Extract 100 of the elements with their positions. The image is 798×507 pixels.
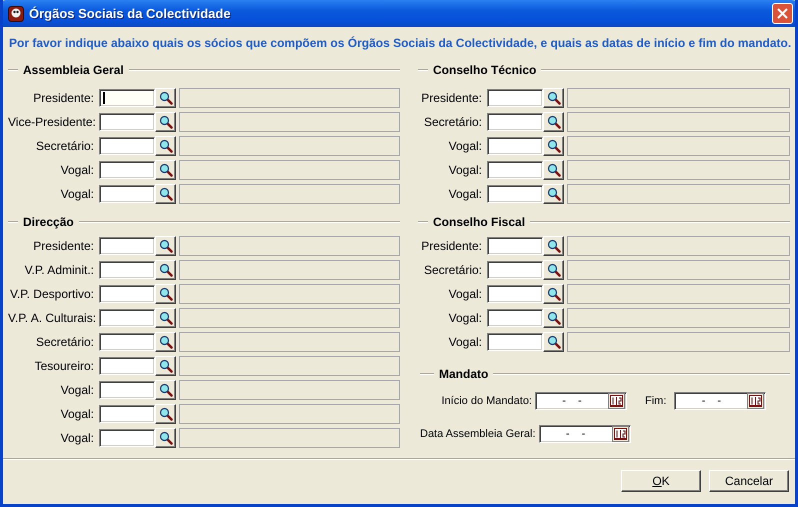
- search-button[interactable]: [155, 88, 176, 108]
- date-field[interactable]: - -: [674, 392, 766, 410]
- search-button[interactable]: [543, 112, 564, 132]
- group-title: Assembleia Geral: [22, 63, 125, 77]
- search-icon: [546, 139, 560, 153]
- search-icon: [546, 239, 560, 253]
- search-icon: [158, 383, 172, 397]
- code-field[interactable]: [99, 429, 155, 447]
- field-label: Vogal:: [60, 383, 94, 397]
- code-field[interactable]: [487, 285, 543, 303]
- code-field[interactable]: [99, 237, 155, 255]
- code-field[interactable]: [487, 161, 543, 179]
- field-label: V.P. A. Culturais:: [8, 311, 94, 325]
- search-button[interactable]: [543, 88, 564, 108]
- search-button[interactable]: [155, 160, 176, 180]
- field-label: Presidente:: [32, 91, 94, 105]
- search-button[interactable]: [155, 136, 176, 156]
- field-label: Vogal:: [448, 287, 482, 301]
- search-button[interactable]: [155, 332, 176, 352]
- search-button[interactable]: [543, 284, 564, 304]
- code-field[interactable]: [487, 137, 543, 155]
- code-field[interactable]: [487, 261, 543, 279]
- code-field[interactable]: [99, 185, 155, 203]
- search-button[interactable]: [543, 236, 564, 256]
- search-button[interactable]: [155, 356, 176, 376]
- search-icon: [546, 91, 560, 105]
- calendar-icon[interactable]: [608, 393, 625, 409]
- close-button[interactable]: [772, 3, 793, 24]
- code-field[interactable]: [99, 89, 155, 107]
- field-label: Presidente:: [32, 239, 94, 253]
- code-field[interactable]: [99, 261, 155, 279]
- code-field[interactable]: [99, 161, 155, 179]
- search-button[interactable]: [155, 308, 176, 328]
- calendar-icon[interactable]: [612, 426, 629, 442]
- search-icon: [158, 163, 172, 177]
- field-label: Vogal:: [60, 187, 94, 201]
- search-button[interactable]: [155, 380, 176, 400]
- group-title: Conselho Fiscal: [432, 215, 526, 229]
- code-field[interactable]: [487, 185, 543, 203]
- app-icon: [8, 6, 24, 22]
- field-label: Vogal:: [60, 431, 94, 445]
- field-label: Vice-Presidente:: [8, 115, 94, 129]
- search-icon: [158, 287, 172, 301]
- search-icon: [158, 239, 172, 253]
- search-icon: [158, 359, 172, 373]
- group-title: Direcção: [22, 215, 75, 229]
- code-field[interactable]: [99, 405, 155, 423]
- field-label: Tesoureiro:: [34, 359, 94, 373]
- search-button[interactable]: [543, 308, 564, 328]
- search-icon: [546, 287, 560, 301]
- search-button[interactable]: [155, 112, 176, 132]
- code-field[interactable]: [99, 113, 155, 131]
- search-icon: [158, 407, 172, 421]
- code-field[interactable]: [487, 237, 543, 255]
- date-field[interactable]: - -: [535, 392, 627, 410]
- field-label: Secretário:: [34, 139, 94, 153]
- group-title: Mandato: [438, 367, 490, 381]
- field-label: Vogal:: [448, 139, 482, 153]
- code-field[interactable]: [487, 113, 543, 131]
- search-icon: [546, 311, 560, 325]
- search-button[interactable]: [155, 260, 176, 280]
- field-label: Vogal:: [60, 163, 94, 177]
- field-label: Secretário:: [422, 115, 482, 129]
- search-icon: [546, 335, 560, 349]
- search-button[interactable]: [155, 284, 176, 304]
- search-button[interactable]: [155, 404, 176, 424]
- search-button[interactable]: [543, 136, 564, 156]
- code-field[interactable]: [487, 309, 543, 327]
- field-label: V.P. Desportivo:: [8, 287, 94, 301]
- code-field[interactable]: [99, 309, 155, 327]
- search-button[interactable]: [543, 332, 564, 352]
- search-button[interactable]: [543, 260, 564, 280]
- search-icon: [546, 115, 560, 129]
- code-field[interactable]: [487, 333, 543, 351]
- field-label: Secretário:: [34, 335, 94, 349]
- field-label: Vogal:: [448, 163, 482, 177]
- search-button[interactable]: [155, 428, 176, 448]
- code-field[interactable]: [99, 137, 155, 155]
- search-icon: [546, 187, 560, 201]
- code-field[interactable]: [99, 357, 155, 375]
- calendar-icon[interactable]: [747, 393, 764, 409]
- search-icon: [158, 311, 172, 325]
- code-field[interactable]: [99, 285, 155, 303]
- search-button[interactable]: [543, 184, 564, 204]
- code-field[interactable]: [487, 89, 543, 107]
- ok-button[interactable]: OK: [621, 470, 701, 492]
- search-icon: [158, 187, 172, 201]
- code-field[interactable]: [99, 333, 155, 351]
- search-icon: [158, 139, 172, 153]
- cancel-button[interactable]: Cancelar: [709, 470, 789, 492]
- code-field[interactable]: [99, 381, 155, 399]
- date-field[interactable]: - -: [538, 425, 631, 443]
- field-label: Vogal:: [448, 335, 482, 349]
- search-button[interactable]: [543, 160, 564, 180]
- search-button[interactable]: [155, 184, 176, 204]
- search-button[interactable]: [155, 236, 176, 256]
- search-icon: [158, 335, 172, 349]
- search-icon: [546, 263, 560, 277]
- window-title: Órgãos Sociais da Colectividade: [29, 6, 232, 21]
- field-label: Presidente:: [420, 91, 482, 105]
